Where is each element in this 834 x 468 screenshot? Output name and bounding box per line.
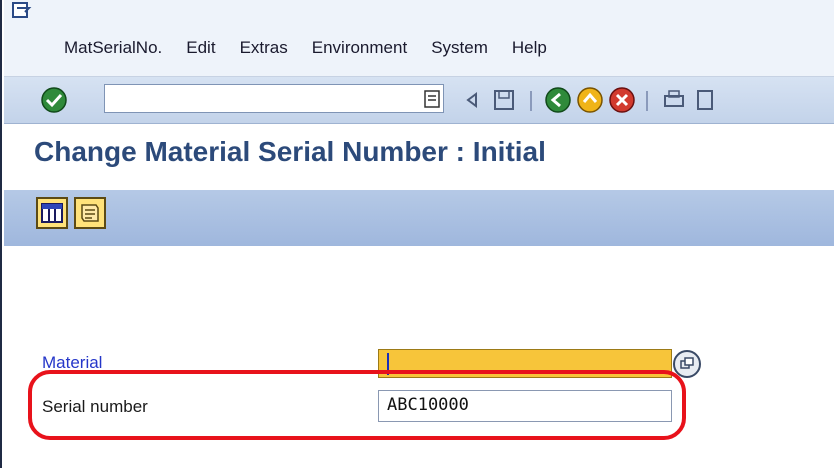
menu-item-system[interactable]: System <box>431 38 488 64</box>
title-area: Change Material Serial Number : Initial <box>4 124 834 182</box>
menu-item-edit[interactable]: Edit <box>186 38 215 64</box>
print-icon[interactable] <box>660 86 688 114</box>
application-toolbar <box>4 190 834 246</box>
table-button[interactable] <box>36 197 68 229</box>
exit-icon[interactable] <box>576 86 604 114</box>
command-dropdown-icon[interactable] <box>424 90 440 108</box>
find-icon[interactable] <box>692 86 720 114</box>
material-label: Material <box>42 353 103 372</box>
menu-area: MatSerialNo. Edit Extras Environment Sys… <box>4 0 834 77</box>
toolbar-separator <box>646 91 648 111</box>
cancel-icon[interactable] <box>608 86 636 114</box>
serial-number-input[interactable]: ABC10000 <box>378 390 672 422</box>
back-icon[interactable] <box>544 86 572 114</box>
page-title: Change Material Serial Number : Initial <box>34 136 546 167</box>
menu-item-matserialno[interactable]: MatSerialNo. <box>64 38 162 64</box>
menu-item-extras[interactable]: Extras <box>240 38 288 64</box>
text-cursor <box>387 353 389 375</box>
toolbar-separator <box>530 91 532 111</box>
back-arrow-icon[interactable] <box>458 86 486 114</box>
material-input[interactable] <box>378 349 672 378</box>
search-help-icon[interactable] <box>672 349 702 379</box>
menu-item-environment[interactable]: Environment <box>312 38 407 64</box>
document-icon <box>81 204 99 222</box>
table-icon <box>41 203 63 223</box>
system-menu-icon[interactable] <box>12 2 32 20</box>
serial-number-label: Serial number <box>42 397 148 416</box>
menubar: MatSerialNo. Edit Extras Environment Sys… <box>64 38 571 64</box>
menu-item-help[interactable]: Help <box>512 38 547 64</box>
standard-toolbar <box>4 77 834 124</box>
enter-icon[interactable] <box>40 86 68 114</box>
command-field[interactable] <box>104 84 444 113</box>
sap-window: MatSerialNo. Edit Extras Environment Sys… <box>0 0 834 468</box>
document-button[interactable] <box>74 197 106 229</box>
save-icon[interactable] <box>490 86 518 114</box>
